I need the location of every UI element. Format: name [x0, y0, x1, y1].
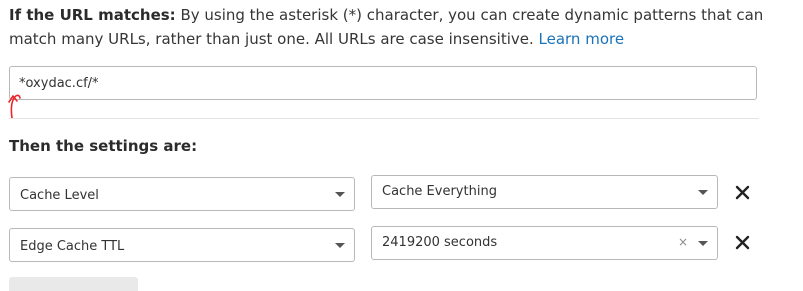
setting-select-value: Cache Level: [20, 188, 99, 203]
setting-select-edge-cache-ttl[interactable]: Edge Cache TTL: [9, 228, 355, 262]
chevron-down-icon: [698, 241, 708, 246]
clear-value-icon[interactable]: ×: [678, 235, 688, 249]
url-pattern-input[interactable]: [9, 66, 757, 100]
value-select-edge-cache-ttl[interactable]: 2419200 seconds ×: [371, 226, 718, 260]
setting-select-cache-level[interactable]: Cache Level: [9, 177, 355, 211]
value-select-cache-level[interactable]: Cache Everything: [371, 175, 718, 209]
url-match-description: If the URL matches: By using the asteris…: [9, 3, 789, 51]
url-match-label: If the URL matches:: [9, 6, 176, 24]
red-arrow-annotation: [8, 94, 21, 119]
setting-select-value: Edge Cache TTL: [20, 239, 125, 254]
chevron-down-icon: [698, 190, 708, 195]
section-divider: [9, 118, 759, 119]
add-setting-button[interactable]: [9, 277, 138, 291]
value-select-value: Cache Everything: [382, 184, 497, 199]
value-select-value: 2419200 seconds: [382, 235, 498, 250]
learn-more-link[interactable]: Learn more: [539, 30, 625, 48]
chevron-down-icon: [335, 243, 345, 248]
remove-setting-icon[interactable]: [733, 233, 753, 253]
remove-setting-icon[interactable]: [733, 183, 753, 203]
chevron-down-icon: [335, 192, 345, 197]
settings-heading: Then the settings are:: [9, 137, 198, 155]
